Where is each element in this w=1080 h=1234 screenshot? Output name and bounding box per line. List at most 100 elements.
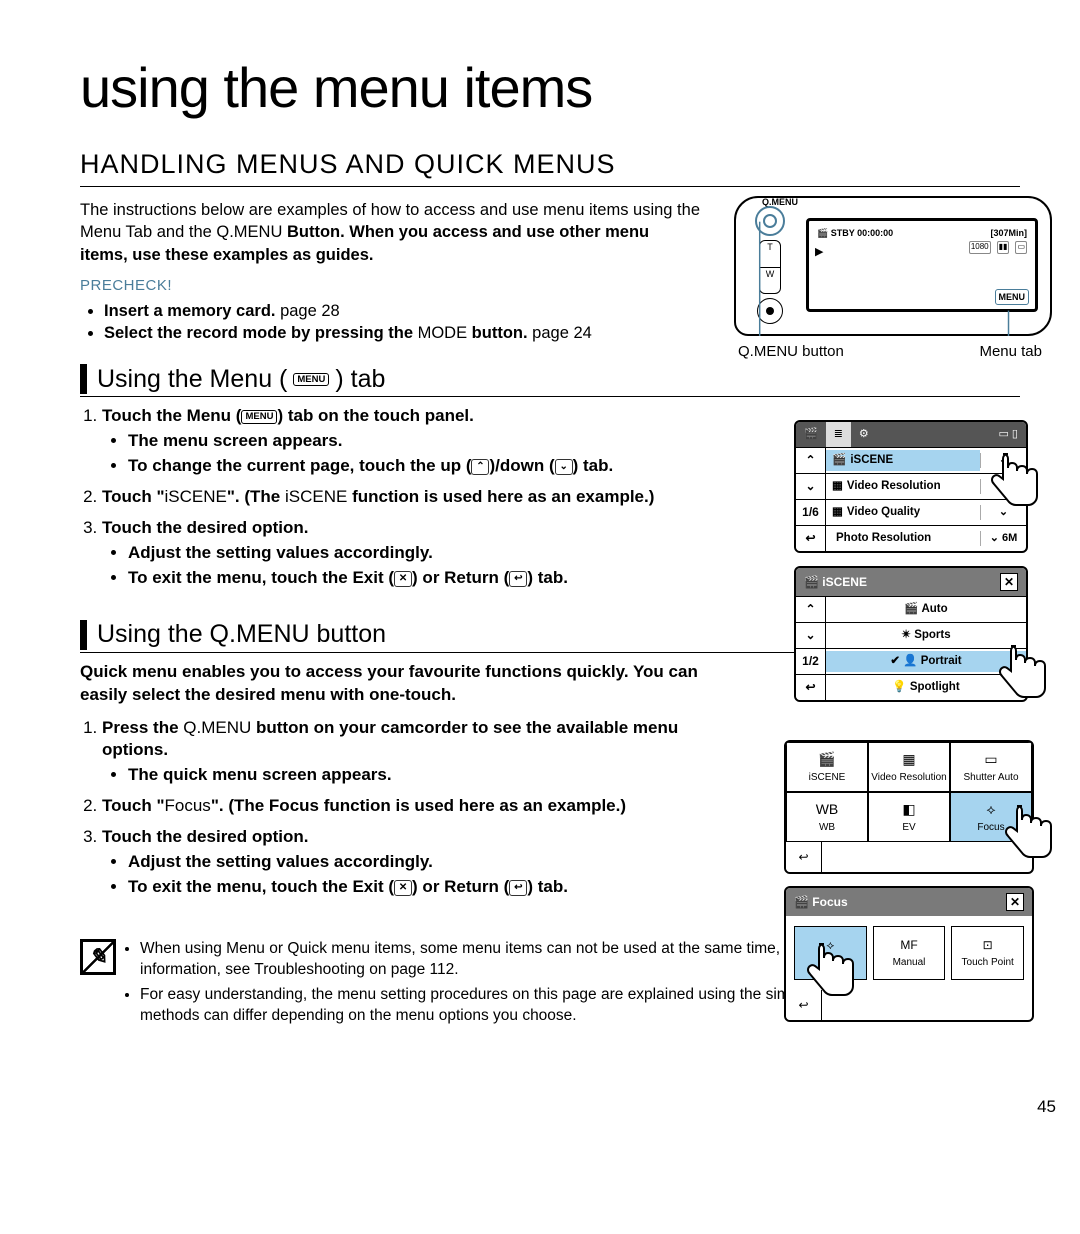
row-nav: 1/2 bbox=[796, 649, 826, 674]
precheck-item-1: Insert a memory card. page 28 bbox=[104, 300, 704, 322]
focus-cell: ⟡Auto bbox=[794, 926, 867, 980]
row-label: Photo Resolution bbox=[826, 528, 980, 550]
q2code: Focus bbox=[165, 796, 211, 815]
step-3a: Adjust the setting values accordingly. bbox=[128, 542, 700, 565]
figure-quick-menu: 🎬iSCENE▦Video Resolution▭Shutter AutoWBW… bbox=[784, 740, 1034, 874]
step-1a: The menu screen appears. bbox=[128, 430, 700, 453]
q-step-3a: Adjust the setting values accordingly. bbox=[128, 851, 700, 874]
q-step-3b: To exit the menu, touch the Exit (✕) or … bbox=[128, 876, 700, 899]
q1a: Press the bbox=[102, 718, 183, 737]
menu-row: ⌃ 🎬iSCENE ⌄ bbox=[796, 447, 1026, 473]
s3b1: To exit the menu, touch the Exit ( bbox=[128, 568, 394, 587]
row-chevron: ⌄ bbox=[980, 479, 1026, 494]
return-icon: ↩ bbox=[786, 990, 822, 1020]
note-icon: ✎ bbox=[80, 939, 116, 975]
sub-heading-menu-tab: Using the Menu ( MENU ) tab bbox=[97, 363, 385, 397]
s2scene2: iSCENE bbox=[285, 487, 347, 506]
row-nav: ↩ bbox=[796, 675, 826, 700]
menu-pill-icon: MENU bbox=[241, 410, 277, 424]
row-chevron: ⌄ bbox=[980, 453, 1026, 468]
tab-gear-icon: ⚙ bbox=[851, 422, 877, 447]
focus-title: Focus bbox=[812, 895, 847, 909]
q1code: Q.MENU bbox=[183, 718, 251, 737]
menu-row: ↩ Photo Resolution ⌄ 6M bbox=[796, 525, 1026, 551]
q-step-1: Press the Q.MENU button on your camcorde… bbox=[102, 717, 700, 788]
s1a: Touch the Menu ( bbox=[102, 406, 241, 425]
step-1: Touch the Menu (MENU) tab on the touch p… bbox=[102, 405, 700, 478]
quick-cell: WBWB bbox=[786, 792, 868, 842]
quick-cell: 🎬iSCENE bbox=[786, 742, 868, 792]
tab-list-icon: ≣ bbox=[826, 422, 851, 447]
tab-card-icon: ▭ ▯ bbox=[990, 422, 1026, 447]
res: 1080 bbox=[969, 241, 991, 254]
step-2: Touch "iSCENE". (The iSCENE function is … bbox=[102, 486, 700, 509]
row-label: ▦Video Quality bbox=[826, 502, 980, 524]
zoom-t: T bbox=[760, 241, 780, 268]
s3b3: ) tab. bbox=[527, 568, 568, 587]
step-3: Touch the desired option. Adjust the set… bbox=[102, 517, 700, 590]
s3b2: ) or Return ( bbox=[412, 568, 509, 587]
down-icon: ⌄ bbox=[555, 459, 573, 475]
play-icon: ▶ bbox=[815, 245, 823, 260]
quick-cell: ◧EV bbox=[868, 792, 950, 842]
qmenu-button-icon bbox=[755, 206, 785, 236]
sub1-b: ) tab bbox=[335, 363, 385, 397]
heading-bar bbox=[80, 620, 87, 650]
zoom-w: W bbox=[760, 268, 780, 294]
s1b3: ) tab. bbox=[573, 456, 614, 475]
menu-row: 1/6 ▦Video Quality ⌄ bbox=[796, 499, 1026, 525]
close-icon: ✕ bbox=[1000, 573, 1018, 591]
record-button-icon bbox=[757, 298, 783, 324]
zoom-rocker-icon: T W bbox=[759, 240, 781, 294]
row-nav: ↩ bbox=[796, 526, 826, 551]
menu-pill-icon: MENU bbox=[293, 373, 329, 387]
q2a: Touch " bbox=[102, 796, 165, 815]
iscene-row: 1/2 ✔ 👤 Portrait bbox=[796, 648, 1026, 674]
menu-tab-icon: MENU bbox=[995, 289, 1030, 305]
time: 00:00:00 bbox=[857, 228, 893, 238]
precheck1-ref: page 28 bbox=[276, 302, 340, 320]
row-label: ✴ Sports bbox=[826, 625, 1026, 647]
q-step-3: Touch the desired option. Adjust the set… bbox=[102, 826, 700, 899]
precheck2-a: Select the record mode by pressing the bbox=[104, 324, 418, 342]
row-nav: ⌃ bbox=[796, 448, 826, 473]
heading-bar bbox=[80, 364, 87, 394]
tab-video-icon: 🎬 bbox=[796, 422, 826, 447]
row-label: ✔ 👤 Portrait bbox=[826, 651, 1026, 673]
row-nav: ⌄ bbox=[796, 474, 826, 499]
precheck2-ref: page 24 bbox=[532, 324, 592, 342]
return-icon: ↩ bbox=[509, 571, 527, 587]
menu-tab-steps: Touch the Menu (MENU) tab on the touch p… bbox=[80, 405, 700, 590]
card-icon: ▭ bbox=[1015, 241, 1027, 254]
iscene-row: ⌃ 🎬 Auto bbox=[796, 596, 1026, 622]
s1b: ) tab on the touch panel. bbox=[277, 406, 473, 425]
row-label: ▦Video Resolution bbox=[826, 476, 980, 498]
row-nav: ⌃ bbox=[796, 597, 826, 622]
focus-cell: MFManual bbox=[873, 926, 946, 980]
quick-cell: ⟡Focus bbox=[950, 792, 1032, 842]
sub1-a: Using the Menu ( bbox=[97, 363, 287, 397]
iscene-title: iSCENE bbox=[822, 575, 867, 589]
batt-icon: ▮▮ bbox=[997, 241, 1010, 254]
step-3b: To exit the menu, touch the Exit (✕) or … bbox=[128, 567, 700, 590]
q3b1: To exit the menu, touch the Exit ( bbox=[128, 877, 394, 896]
s1b2: )/down ( bbox=[489, 456, 554, 475]
precheck-list: Insert a memory card. page 28 Select the… bbox=[104, 300, 704, 345]
s1b1: To change the current page, touch the up… bbox=[128, 456, 471, 475]
label-qmenu: Q.MENU button bbox=[738, 342, 844, 362]
precheck2-code: MODE bbox=[418, 324, 468, 342]
figure-iscene-list: 🎬 iSCENE ✕ ⌃ 🎬 Auto⌄ ✴ Sports1/2 ✔ 👤 Por… bbox=[794, 566, 1028, 702]
row-label: 🎬iSCENE bbox=[826, 450, 980, 472]
camcorder-body: Q.MENU T W 🎬 STBY 00:00:00 [307Min] 1080… bbox=[734, 196, 1052, 336]
s2a: Touch " bbox=[102, 487, 165, 506]
s2scene: iSCENE bbox=[165, 487, 227, 506]
stby: STBY bbox=[831, 228, 855, 238]
section-heading: HANDLING MENUS AND QUICK MENUS bbox=[80, 146, 1020, 187]
intro-paragraph: The instructions below are examples of h… bbox=[80, 199, 700, 266]
exit-icon: ✕ bbox=[394, 880, 412, 896]
q3b3: ) tab. bbox=[527, 877, 568, 896]
intro-b: Q.MENU bbox=[216, 223, 282, 241]
figure-menu-list: 🎬 ≣ ⚙ ▭ ▯ ⌃ 🎬iSCENE ⌄⌄ ▦Video Resolution… bbox=[794, 420, 1028, 553]
exit-icon: ✕ bbox=[394, 571, 412, 587]
sub-heading-qmenu: Using the Q.MENU button bbox=[97, 618, 386, 652]
